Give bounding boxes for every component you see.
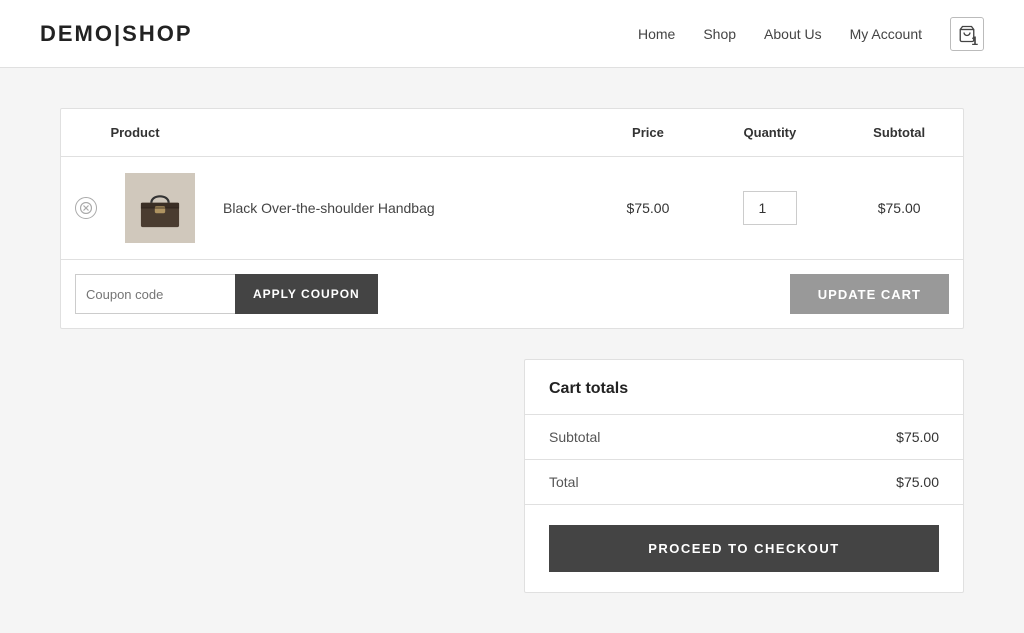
header: DEMO|SHOP Home Shop About Us My Account … — [0, 0, 1024, 68]
cart-totals-wrapper: Cart totals Subtotal $75.00 Total $75.00… — [60, 359, 964, 593]
total-label: Total — [549, 474, 579, 490]
main-nav: Home Shop About Us My Account 1 — [638, 17, 984, 51]
product-price: $75.00 — [591, 157, 704, 260]
logo-text-1: DEMO| — [40, 21, 122, 46]
product-image — [125, 173, 195, 243]
main-content: Product Price Quantity Subtotal — [0, 68, 1024, 633]
proceed-to-checkout-button[interactable]: PROCEED TO CHECKOUT — [549, 525, 939, 572]
cart-actions: APPLY COUPON UPDATE CART — [61, 260, 963, 328]
total-value: $75.00 — [896, 474, 939, 490]
col-header-name — [209, 109, 591, 157]
coupon-input[interactable] — [75, 274, 235, 314]
product-quantity-cell — [704, 157, 835, 260]
remove-button[interactable] — [75, 197, 97, 219]
totals-total-row: Total $75.00 — [525, 460, 963, 505]
update-cart-button[interactable]: UPDATE CART — [790, 274, 949, 314]
logo-text-2: SHOP — [122, 21, 192, 46]
quantity-input[interactable] — [743, 191, 797, 225]
product-name: Black Over-the-shoulder Handbag — [209, 157, 591, 260]
totals-subtotal-row: Subtotal $75.00 — [525, 415, 963, 460]
nav-shop[interactable]: Shop — [703, 26, 736, 42]
product-image-cell — [111, 157, 209, 260]
table-row: Black Over-the-shoulder Handbag $75.00 $… — [61, 157, 963, 260]
subtotal-value: $75.00 — [896, 429, 939, 445]
cart-table-wrapper: Product Price Quantity Subtotal — [60, 108, 964, 329]
remove-cell — [61, 157, 111, 260]
col-header-product: Product — [61, 109, 209, 157]
apply-coupon-button[interactable]: APPLY COUPON — [235, 274, 378, 314]
cart-count: 1 — [971, 34, 978, 48]
nav-about[interactable]: About Us — [764, 26, 822, 42]
logo[interactable]: DEMO|SHOP — [40, 21, 193, 47]
col-header-price: Price — [591, 109, 704, 157]
cart-icon[interactable]: 1 — [950, 17, 984, 51]
cart-totals: Cart totals Subtotal $75.00 Total $75.00… — [524, 359, 964, 593]
nav-my-account[interactable]: My Account — [850, 26, 922, 42]
subtotal-label: Subtotal — [549, 429, 600, 445]
cart-table: Product Price Quantity Subtotal — [61, 109, 963, 260]
col-header-subtotal: Subtotal — [835, 109, 963, 157]
nav-home[interactable]: Home — [638, 26, 675, 42]
col-header-quantity: Quantity — [704, 109, 835, 157]
product-subtotal: $75.00 — [835, 157, 963, 260]
cart-totals-title: Cart totals — [525, 360, 963, 415]
coupon-area: APPLY COUPON — [75, 274, 378, 314]
